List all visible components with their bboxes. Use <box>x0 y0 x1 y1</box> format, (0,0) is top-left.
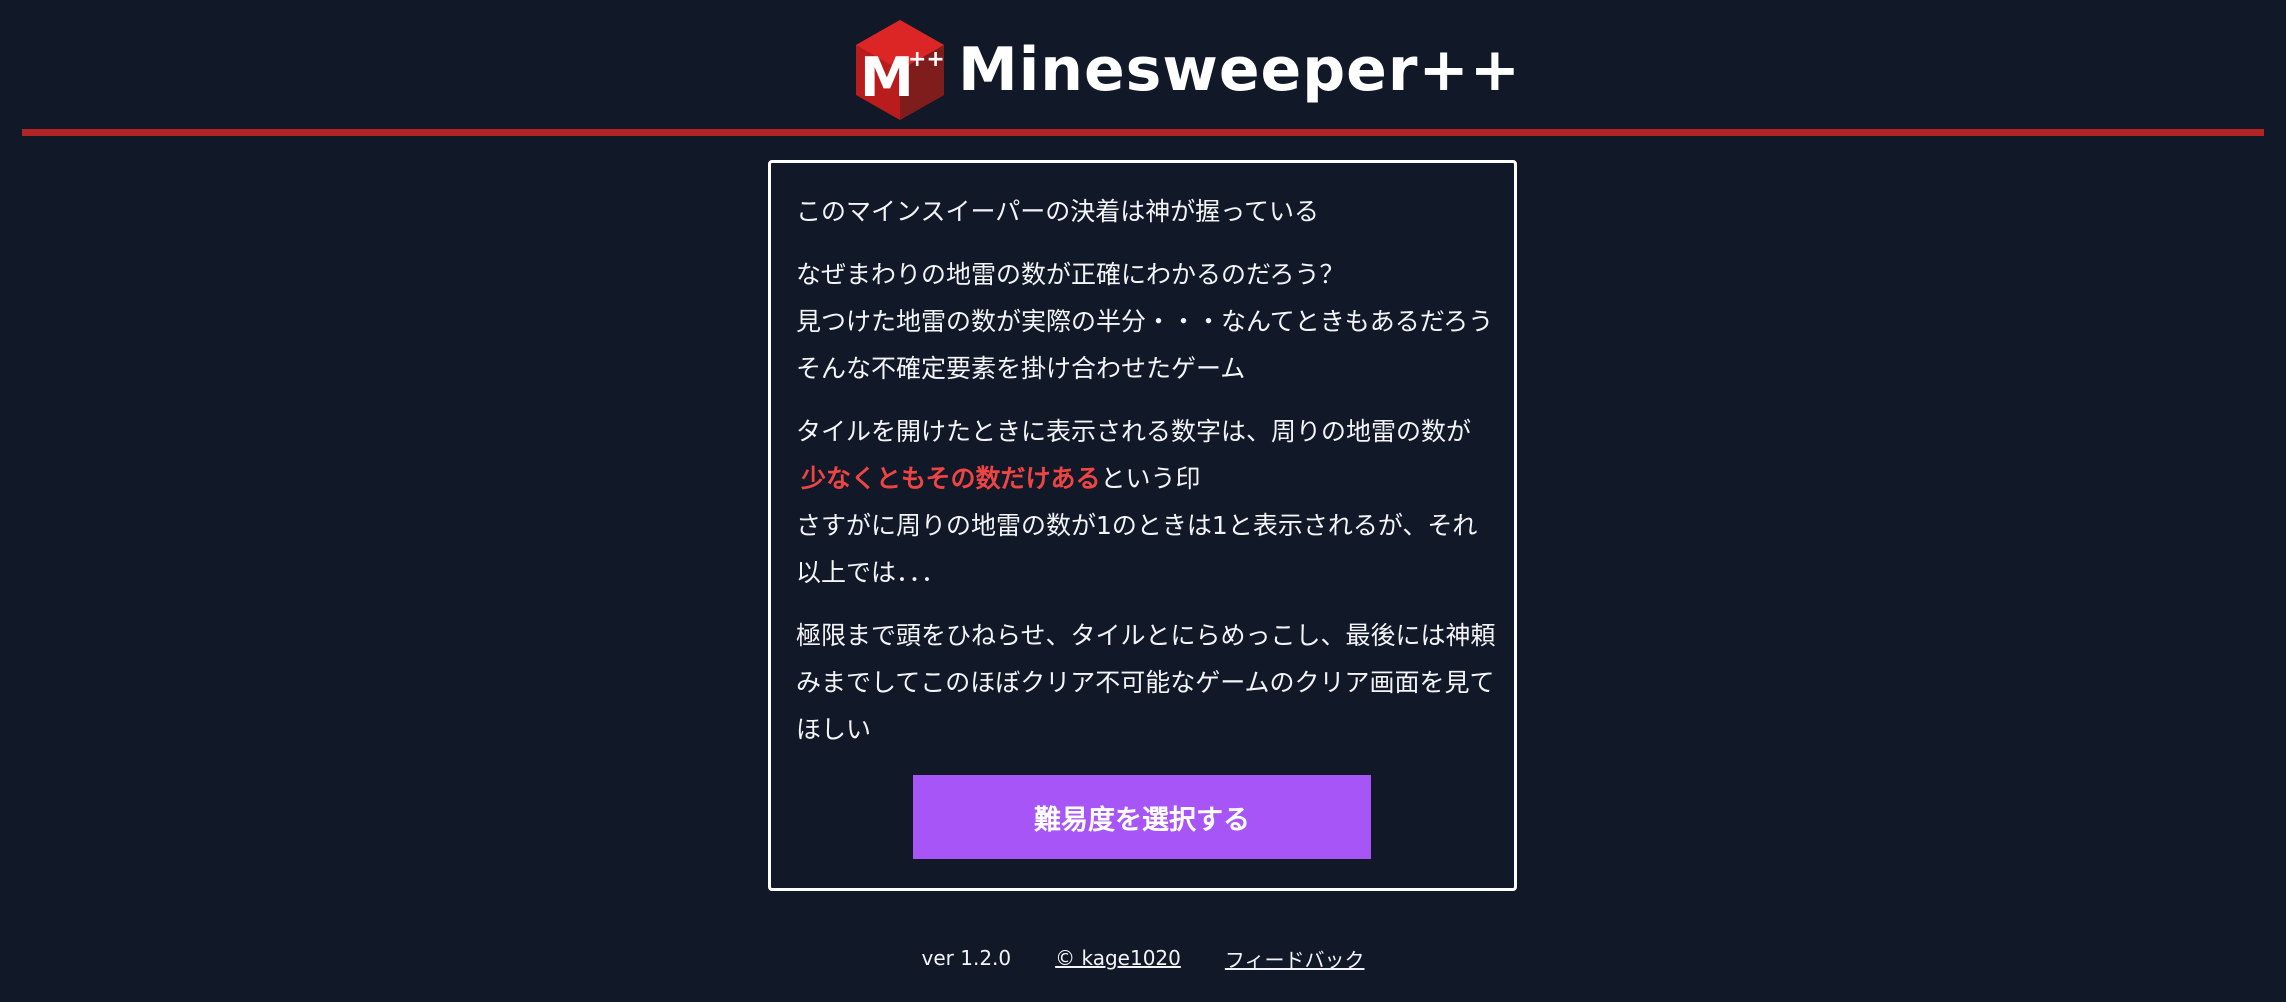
intro-card: このマインスイーパーの決着は神が握っている なぜまわりの地雷の数が正確にわかるの… <box>768 160 1517 891</box>
intro-text: このマインスイーパーの決着は神が握っている なぜまわりの地雷の数が正確にわかるの… <box>796 188 1496 753</box>
footer: ver 1.2.0 © kage1020 フィードバック <box>0 940 2286 976</box>
paragraph1-line3: そんな不確定要素を掛け合わせたゲーム <box>796 354 1246 383</box>
logo-badge: ++ <box>908 47 945 72</box>
paragraph3: 極限まで頭をひねらせ、タイルとにらめっこし、最後には神頼みまでしてこのほぼクリア… <box>796 621 1496 744</box>
copyright-link[interactable]: © kage1020 <box>1055 946 1181 970</box>
paragraph2-line1: タイルを開けたときに表示される数字は、周りの地雷の数が <box>796 417 1472 446</box>
intro-headline: このマインスイーパーの決着は神が握っている <box>796 197 1320 226</box>
feedback-link[interactable]: フィードバック <box>1225 944 1365 973</box>
highlight-text: 少なくともその数だけある <box>801 464 1101 493</box>
header-divider <box>22 129 2264 136</box>
paragraph1-line2: 見つけた地雷の数が実際の半分・・・なんてときもあるだろう <box>796 307 1494 336</box>
paragraph2-line2-rest: という印 <box>1100 464 1201 493</box>
select-difficulty-button[interactable]: 難易度を選択する <box>913 775 1371 859</box>
version-label: ver 1.2.0 <box>921 946 1012 970</box>
app-title: Minesweeper++ <box>958 35 1521 105</box>
logo-letter: M <box>860 46 914 109</box>
logo[interactable]: M ++ Minesweeper++ <box>854 20 1521 120</box>
minesweeper-plus-plus-logo-icon: M ++ <box>854 20 946 120</box>
app-header: M ++ Minesweeper++ <box>0 0 2286 136</box>
paragraph2-line2: 少なくともその数だけあるという印 <box>796 455 1496 502</box>
paragraph2-line3: さすがに周りの地雷の数が1のときは1と表示されるが、それ以上では．．． <box>796 511 1478 587</box>
paragraph1-line1: なぜまわりの地雷の数が正確にわかるのだろう？ <box>796 260 1345 289</box>
